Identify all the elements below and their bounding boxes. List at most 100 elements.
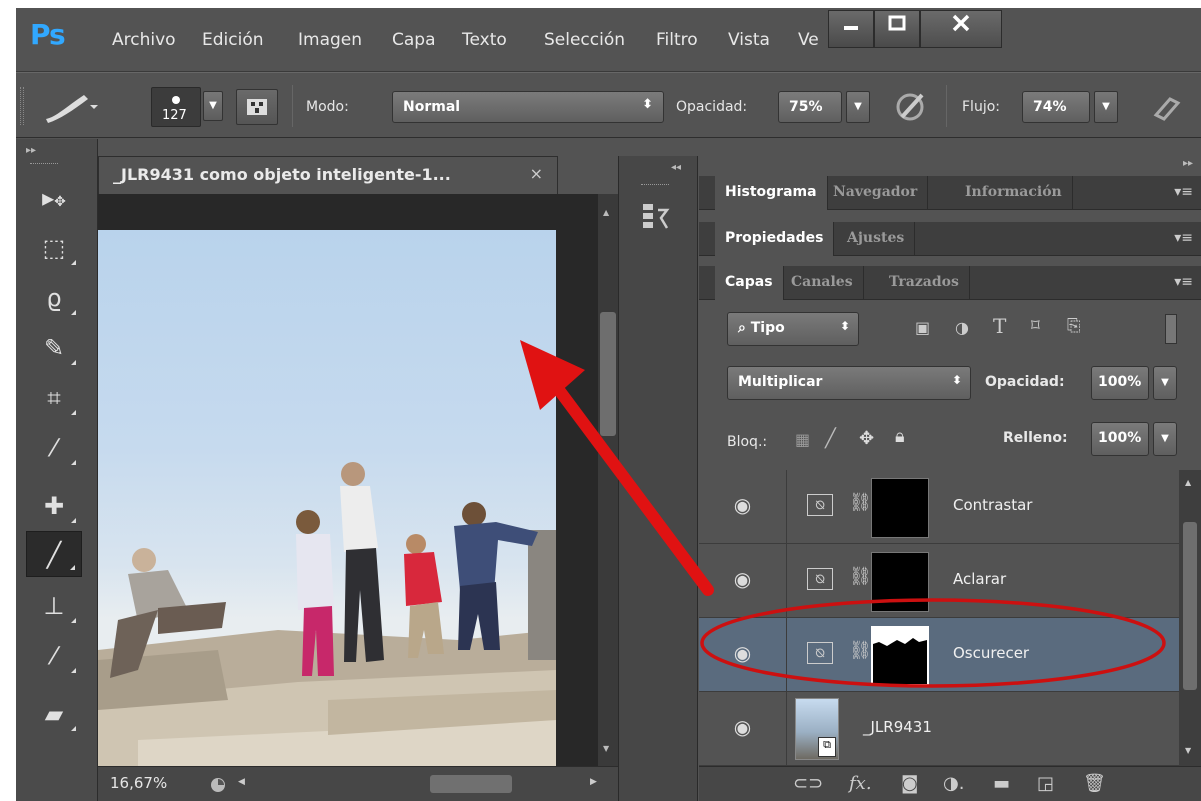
scroll-up-icon[interactable]: ▲ bbox=[1185, 478, 1191, 487]
close-window-button[interactable] bbox=[920, 10, 1002, 48]
menu-capa[interactable]: Capa bbox=[392, 30, 436, 50]
lock-transparency-icon[interactable]: ▦ bbox=[795, 430, 810, 449]
fx-icon[interactable]: fx. bbox=[849, 773, 872, 794]
toolbox-collapse-icon[interactable]: ▸▸ bbox=[26, 145, 36, 156]
marquee-tool[interactable]: ⬚ bbox=[26, 225, 82, 271]
visibility-eye-icon[interactable]: ◉ bbox=[699, 618, 787, 692]
visibility-eye-icon[interactable]: ◉ bbox=[699, 544, 787, 618]
dock-grip[interactable] bbox=[641, 184, 669, 185]
layer-row-contrastar[interactable]: ◉ ⦰ ⛓ Contrastar bbox=[699, 470, 1179, 544]
tab-ajustes[interactable]: Ajustes bbox=[837, 222, 916, 256]
status-info-icon[interactable] bbox=[208, 776, 228, 794]
layer-opacity-dropdown[interactable]: ▼ bbox=[1153, 366, 1177, 400]
filter-pixel-icon[interactable]: ▣ bbox=[915, 318, 930, 337]
tab-navegador[interactable]: Navegador bbox=[823, 176, 929, 210]
stamp-tool[interactable]: ⊥ bbox=[26, 583, 82, 629]
layer-row-oscurecer[interactable]: ◉ ⦰ ⛓ Oscurecer bbox=[699, 618, 1179, 692]
history-panel-icon[interactable] bbox=[641, 202, 671, 232]
tab-trazados[interactable]: Trazados bbox=[879, 266, 970, 300]
layer-name[interactable]: Aclarar bbox=[953, 570, 1006, 588]
link-icon[interactable]: ⛓ bbox=[849, 492, 872, 513]
mode-select[interactable]: Normal ⬍ bbox=[392, 91, 664, 123]
dock-collapse-icon[interactable]: ◂◂ bbox=[671, 162, 681, 173]
history-brush-tool[interactable]: ⁄ bbox=[26, 633, 82, 679]
lock-all-icon[interactable]: 🔒︎ bbox=[895, 426, 905, 447]
filter-toggle[interactable] bbox=[1165, 314, 1177, 344]
brush-size-dropdown[interactable]: ▼ bbox=[203, 91, 223, 121]
layer-photo-thumbnail[interactable]: ⧉ bbox=[795, 698, 839, 760]
menu-edicion[interactable]: Edición bbox=[202, 30, 264, 50]
menu-imagen[interactable]: Imagen bbox=[298, 30, 362, 50]
tab-capas[interactable]: Capas bbox=[715, 266, 784, 300]
move-tool[interactable]: ▸✥ bbox=[26, 175, 82, 221]
brush-size-box[interactable]: 127 bbox=[151, 87, 201, 127]
adjustment-layer-icon[interactable]: ◑. bbox=[943, 773, 964, 794]
fill-field[interactable]: 100% bbox=[1091, 422, 1149, 456]
menu-archivo[interactable]: Archivo bbox=[112, 30, 176, 50]
filter-adjustment-icon[interactable]: ◑ bbox=[955, 318, 969, 337]
brush-panel-toggle[interactable] bbox=[236, 89, 278, 125]
layer-filter-select[interactable]: ⌕ Tipo ⬍ bbox=[727, 312, 859, 346]
close-document-icon[interactable]: × bbox=[530, 164, 543, 183]
scroll-down-icon[interactable]: ▼ bbox=[1185, 746, 1191, 755]
eyedropper-tool[interactable]: ⁄ bbox=[26, 425, 82, 471]
scroll-down-icon[interactable]: ▼ bbox=[603, 744, 609, 753]
maximize-button[interactable] bbox=[874, 10, 920, 48]
layer-mask-thumbnail[interactable] bbox=[871, 478, 929, 538]
layer-mask-thumbnail[interactable] bbox=[871, 552, 929, 612]
document-canvas[interactable] bbox=[98, 230, 556, 770]
toolbox-grip[interactable] bbox=[30, 163, 58, 166]
panel-menu-icon[interactable]: ▾≡ bbox=[1174, 184, 1193, 200]
scroll-left-icon[interactable]: ◀ bbox=[238, 777, 245, 787]
document-tab[interactable]: _JLR9431 como objeto inteligente-1... × bbox=[98, 156, 558, 194]
brush-preset-icon[interactable] bbox=[42, 89, 98, 125]
healing-tool[interactable]: ✚ bbox=[26, 483, 82, 529]
menu-filtro[interactable]: Filtro bbox=[656, 30, 698, 50]
opacity-field[interactable]: 75% bbox=[778, 91, 842, 123]
layers-scrollbar[interactable]: ▲ ▼ bbox=[1179, 470, 1201, 766]
panel-menu-icon[interactable]: ▾≡ bbox=[1174, 274, 1193, 290]
opacity-dropdown[interactable]: ▼ bbox=[846, 91, 870, 123]
pressure-opacity-icon[interactable] bbox=[892, 89, 932, 125]
vertical-scroll-thumb[interactable] bbox=[600, 312, 616, 436]
eraser-tool[interactable]: ▰ bbox=[26, 691, 82, 737]
link-icon[interactable]: ⛓ bbox=[849, 640, 872, 661]
airbrush-icon[interactable] bbox=[1150, 91, 1190, 123]
add-mask-icon[interactable]: ◙ bbox=[901, 773, 918, 794]
layer-name[interactable]: Contrastar bbox=[953, 496, 1032, 514]
menu-ventana[interactable]: Ve bbox=[798, 30, 819, 50]
fill-dropdown[interactable]: ▼ bbox=[1153, 422, 1177, 456]
layer-row-aclarar[interactable]: ◉ ⦰ ⛓ Aclarar bbox=[699, 544, 1179, 618]
layer-mask-thumbnail[interactable] bbox=[871, 626, 929, 686]
layer-row-background[interactable]: ◉ ⧉ _JLR9431 bbox=[699, 692, 1179, 766]
minimize-button[interactable] bbox=[828, 10, 874, 48]
quick-select-tool[interactable]: ✎ bbox=[26, 325, 82, 371]
tab-canales[interactable]: Canales bbox=[781, 266, 864, 300]
tab-propiedades[interactable]: Propiedades bbox=[715, 222, 835, 256]
layers-scroll-thumb[interactable] bbox=[1183, 522, 1197, 690]
flow-field[interactable]: 74% bbox=[1022, 91, 1090, 123]
blend-mode-select[interactable]: Multiplicar ⬍ bbox=[727, 366, 971, 400]
layer-name[interactable]: _JLR9431 bbox=[863, 718, 932, 736]
lock-position-icon[interactable]: ✥ bbox=[859, 428, 874, 449]
menu-vista[interactable]: Vista bbox=[728, 30, 770, 50]
lock-pixels-icon[interactable]: ╱ bbox=[825, 428, 836, 449]
lasso-tool[interactable]: ϱ bbox=[26, 275, 82, 321]
link-layers-icon[interactable]: ⊂⊃ bbox=[793, 773, 823, 794]
zoom-level[interactable]: 16,67% bbox=[110, 774, 167, 792]
tab-informacion[interactable]: Información bbox=[955, 176, 1073, 210]
crop-tool[interactable]: ⌗ bbox=[26, 375, 82, 421]
visibility-eye-icon[interactable]: ◉ bbox=[699, 692, 787, 766]
scroll-up-icon[interactable]: ▲ bbox=[603, 208, 609, 217]
visibility-eye-icon[interactable]: ◉ bbox=[699, 470, 787, 544]
trash-icon[interactable]: 🗑︎ bbox=[1083, 773, 1106, 794]
layer-opacity-field[interactable]: 100% bbox=[1091, 366, 1149, 400]
panels-collapse-icon[interactable]: ▸▸ bbox=[1183, 158, 1193, 169]
options-grip[interactable] bbox=[20, 87, 24, 125]
scroll-right-icon[interactable]: ▶ bbox=[590, 777, 597, 787]
filter-shape-icon[interactable]: ⌑ bbox=[1031, 316, 1040, 336]
new-group-icon[interactable]: ▬ bbox=[993, 773, 1010, 794]
layer-name[interactable]: Oscurecer bbox=[953, 644, 1029, 662]
tab-histograma[interactable]: Histograma bbox=[715, 176, 828, 210]
menu-texto[interactable]: Texto bbox=[462, 30, 507, 50]
